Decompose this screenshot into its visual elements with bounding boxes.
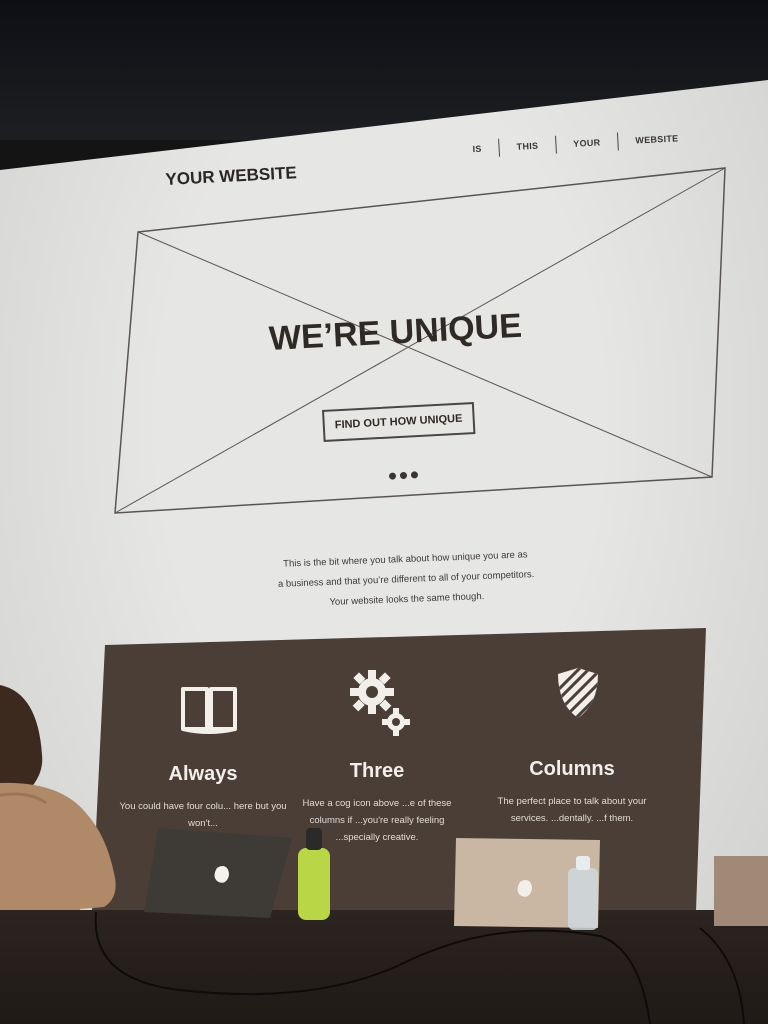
bottle-cap xyxy=(576,856,590,870)
plastic-bottle xyxy=(568,868,598,930)
table-cables xyxy=(94,828,768,1024)
bottle-cap xyxy=(306,828,322,850)
laptop-far-right xyxy=(714,856,768,926)
cable xyxy=(94,911,651,1024)
cable xyxy=(699,927,745,1024)
water-bottle xyxy=(298,848,330,920)
